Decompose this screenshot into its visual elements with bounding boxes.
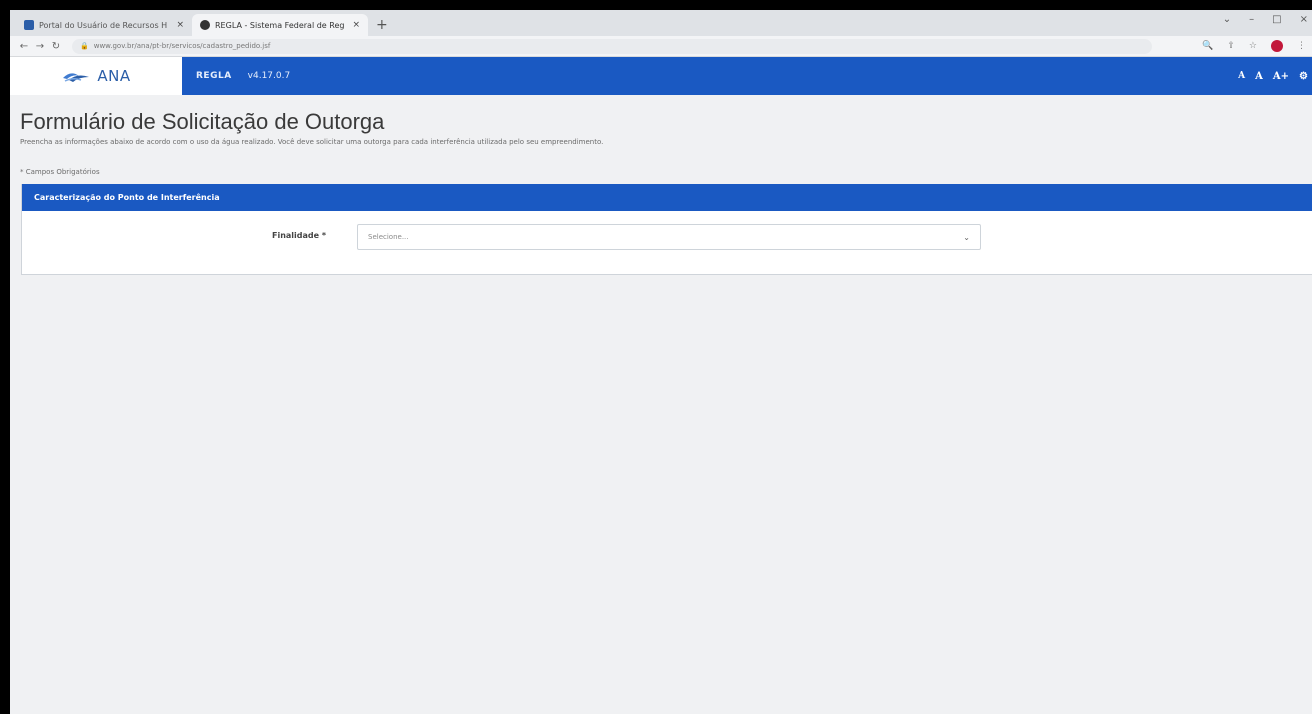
globe-favicon-icon bbox=[200, 20, 210, 30]
browser-window: Portal do Usuário de Recursos H × REGLA … bbox=[10, 10, 1312, 714]
browser-toolbar: ← → ↻ 🔒 www.gov.br/ana/pt-br/servicos/ca… bbox=[10, 36, 1312, 57]
system-version: v4.17.0.7 bbox=[247, 71, 291, 81]
tab-strip: Portal do Usuário de Recursos H × REGLA … bbox=[10, 10, 1312, 36]
interference-panel: Caracterização do Ponto de Interferência… bbox=[21, 184, 1312, 275]
finalidade-label: Finalidade * bbox=[272, 231, 327, 240]
finalidade-select[interactable]: Selecione... ⌄ bbox=[357, 224, 981, 250]
system-name[interactable]: REGLA bbox=[196, 71, 232, 81]
reload-icon[interactable]: ↻ bbox=[48, 41, 64, 52]
tab-regla[interactable]: REGLA - Sistema Federal de Reg × bbox=[192, 14, 368, 36]
accessibility-controls: A A A+ ⚙ bbox=[1238, 57, 1312, 95]
forward-icon[interactable]: → bbox=[32, 41, 48, 52]
close-tab-icon[interactable]: × bbox=[176, 20, 184, 30]
tab-title: Portal do Usuário de Recursos H bbox=[39, 20, 168, 30]
system-info: REGLA v4.17.0.7 bbox=[182, 57, 290, 95]
close-tab-icon[interactable]: × bbox=[352, 20, 360, 30]
brand-logo[interactable]: ANA bbox=[10, 57, 182, 95]
bookmark-star-icon[interactable]: ☆ bbox=[1249, 41, 1257, 51]
restore-icon[interactable]: □ bbox=[1272, 14, 1281, 25]
water-favicon-icon bbox=[24, 20, 34, 30]
url-text: www.gov.br/ana/pt-br/servicos/cadastro_p… bbox=[93, 42, 271, 50]
panel-header: Caracterização do Ponto de Interferência bbox=[22, 184, 1312, 211]
toolbar-icons: 🔍 ⇪ ☆ ⋮ bbox=[1202, 40, 1306, 52]
page-title: Formulário de Solicitação de Outorga bbox=[20, 109, 385, 134]
page-subtitle: Preencha as informações abaixo de acordo… bbox=[20, 138, 604, 146]
required-fields-note: * Campos Obrigatórios bbox=[20, 168, 100, 176]
lock-icon: 🔒 bbox=[80, 42, 89, 50]
gear-icon[interactable]: ⚙ bbox=[1299, 71, 1308, 82]
profile-avatar[interactable] bbox=[1271, 40, 1283, 52]
main-content: Formulário de Solicitação de Outorga Pre… bbox=[10, 95, 1312, 275]
font-increase-button[interactable]: A+ bbox=[1273, 71, 1289, 82]
tab-portal-usuario[interactable]: Portal do Usuário de Recursos H × bbox=[16, 14, 192, 36]
browser-menu-icon[interactable]: ⋮ bbox=[1297, 41, 1306, 51]
window-controls: ⌄ – □ × bbox=[1223, 14, 1308, 25]
brand-name: ANA bbox=[97, 67, 131, 85]
back-icon[interactable]: ← bbox=[16, 41, 32, 52]
tab-search-icon[interactable]: ⌄ bbox=[1223, 14, 1231, 25]
tab-title: REGLA - Sistema Federal de Reg bbox=[215, 20, 345, 30]
new-tab-button[interactable]: + bbox=[376, 17, 388, 33]
app-header: ANA REGLA v4.17.0.7 A A A+ ⚙ bbox=[10, 57, 1312, 95]
zoom-icon[interactable]: 🔍 bbox=[1202, 41, 1213, 51]
font-normal-button[interactable]: A bbox=[1255, 71, 1263, 82]
minimize-icon[interactable]: – bbox=[1249, 14, 1254, 25]
chevron-down-icon: ⌄ bbox=[963, 232, 970, 242]
select-placeholder: Selecione... bbox=[368, 233, 409, 241]
address-bar[interactable]: 🔒 www.gov.br/ana/pt-br/servicos/cadastro… bbox=[72, 38, 1152, 54]
ana-logo-icon bbox=[63, 73, 90, 82]
share-icon[interactable]: ⇪ bbox=[1227, 41, 1235, 51]
panel-body: Finalidade * Selecione... ⌄ bbox=[22, 211, 1312, 274]
close-window-icon[interactable]: × bbox=[1300, 14, 1308, 25]
font-decrease-button[interactable]: A bbox=[1238, 71, 1245, 81]
